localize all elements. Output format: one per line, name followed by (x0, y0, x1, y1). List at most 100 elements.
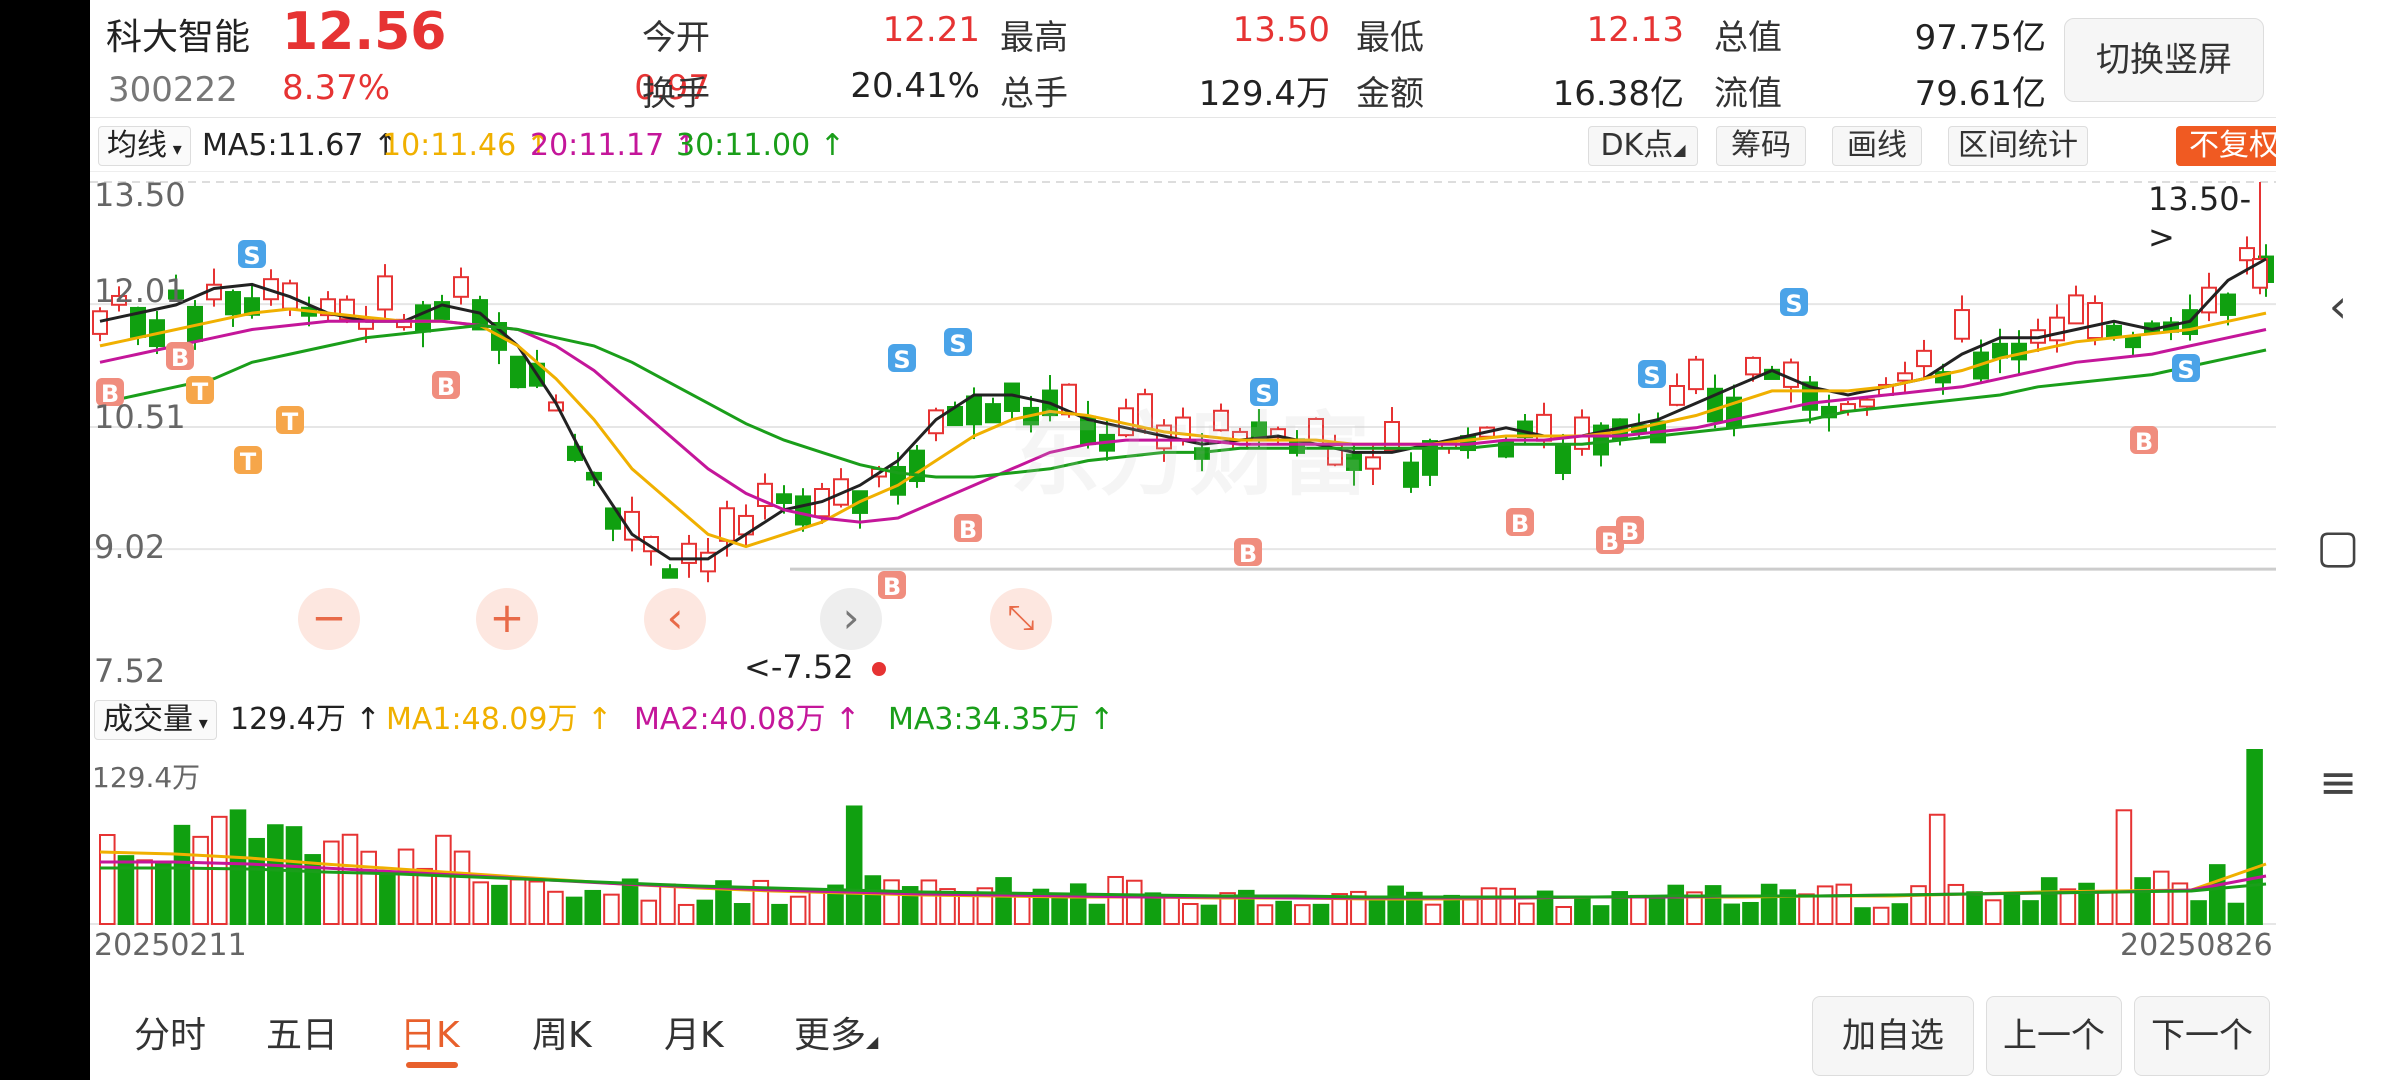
volume-bar (2134, 877, 2151, 925)
volume-bar (435, 834, 452, 925)
kline-chart[interactable]: BBBBBBBBBBSSSSSSSTTT 东方财富 13.50 12.01 10… (90, 172, 2293, 692)
volume-bar (491, 884, 508, 925)
low-price-marker: <-7.52 (744, 648, 854, 686)
start-date: 20250211 (94, 928, 247, 963)
volume-bar (603, 893, 620, 925)
quote-value-low: 12.13 (1586, 10, 1684, 50)
active-tab-underline (406, 1062, 458, 1068)
tab-five-day[interactable]: 五日 (266, 1006, 338, 1058)
volume-max-label: 129.4万 (92, 761, 201, 794)
candle-body (776, 493, 792, 504)
dropdown-icon: ▾ (167, 139, 182, 160)
scroll-left-button[interactable]: ‹ (644, 588, 706, 650)
ma-select-label: 均线 (107, 128, 167, 163)
add-watchlist-button[interactable]: 加自选 (1812, 996, 1974, 1076)
volume-bar (416, 867, 433, 925)
trade-marker-label: S (949, 330, 966, 358)
volume-bar (1182, 903, 1199, 925)
candle-body (1916, 349, 1932, 368)
volume-bar (1928, 813, 1946, 925)
back-icon[interactable]: ‹ (2312, 280, 2364, 332)
collapse-button[interactable]: ⤡ (990, 588, 1052, 650)
ma-indicator-bar: 均线 ▾ MA5:11.67 ↑ 10:11.46 ↑ 20:11.17 ↑ 3… (90, 120, 2292, 172)
tab-intraday[interactable]: 分时 (134, 1006, 206, 1058)
zoom-in-button[interactable]: + (476, 588, 538, 650)
volume-bar (547, 890, 564, 926)
watermark: 东方财富 (1010, 403, 1370, 508)
volume-bar (304, 854, 321, 925)
dk-point-button[interactable]: DK点◢ (1588, 126, 1698, 166)
volume-bar (771, 903, 788, 925)
chip-button[interactable]: 筹码 (1716, 126, 1806, 166)
tab-daily-k[interactable]: 日K (400, 1006, 460, 1058)
tab-monthly-k[interactable]: 月K (664, 1006, 724, 1058)
volume-bar (1704, 885, 1722, 925)
volume-bar (1051, 896, 1068, 926)
candle-body (1688, 358, 1704, 391)
stock-change-pct: 8.37% (282, 68, 391, 108)
volume-bar (1910, 885, 1927, 925)
volume-bar (1723, 903, 1741, 926)
volume-bar (1966, 891, 1983, 925)
trade-marker-label: S (1643, 362, 1660, 390)
volume-bar (2227, 902, 2245, 926)
next-button[interactable]: 下一个 (2134, 996, 2270, 1076)
volume-bar (341, 833, 359, 925)
volume-bar (1275, 900, 1292, 925)
volume-bar (1088, 903, 1106, 925)
volume-bar (1069, 883, 1087, 926)
volume-bar (1947, 883, 1965, 925)
volume-bar (1368, 898, 1386, 925)
trade-marker-label: B (2135, 428, 2153, 456)
volume-bar (1835, 883, 1853, 925)
volume-value: 129.4万 ↑ (230, 702, 381, 737)
volume-bar (192, 835, 209, 925)
draw-line-button[interactable]: 画线 (1832, 126, 1922, 166)
recent-apps-icon[interactable]: ▢ (2312, 520, 2364, 572)
volume-bar (677, 903, 695, 926)
volume-chart[interactable]: 129.4万 (90, 746, 2276, 926)
candle-body (2125, 335, 2141, 349)
volume-bar (1648, 897, 1666, 925)
quote-header: 科大智能 12.56 300222 8.37% 0.97 今开 12.21 最高… (90, 0, 2276, 118)
candle-body (1992, 342, 2008, 359)
quote-label-high: 最高 (1000, 18, 1068, 58)
no-adjust-button[interactable]: 不复权 (2176, 126, 2292, 166)
volume-bar (509, 878, 527, 926)
volume-bar (2115, 809, 2133, 925)
stock-price: 12.56 (282, 2, 447, 62)
switch-portrait-button[interactable]: 切换竖屏 (2064, 18, 2264, 102)
volume-bar (1891, 903, 1909, 925)
volume-bar (733, 903, 751, 925)
trade-marker-label: B (959, 516, 977, 544)
volume-bar (1592, 905, 1610, 926)
candle-body (92, 310, 108, 335)
candle-body (662, 568, 678, 579)
volume-bar (1518, 902, 1535, 925)
end-date: 20250826 (2120, 928, 2273, 963)
quote-label-float-value: 流值 (1714, 74, 1782, 114)
menu-icon[interactable]: ≡ (2312, 756, 2364, 808)
volume-bar (1107, 875, 1124, 925)
volume-bar (1499, 887, 1516, 925)
quote-value-amount: 16.38亿 (1552, 74, 1684, 114)
trade-marker-label: B (883, 573, 901, 601)
volume-select[interactable]: 成交量 ▾ (94, 700, 217, 740)
tab-weekly-k[interactable]: 周K (532, 1006, 592, 1058)
quote-label-volume: 总手 (1000, 74, 1068, 114)
scroll-right-button[interactable]: › (820, 588, 882, 650)
ma-select[interactable]: 均线 ▾ (98, 126, 191, 166)
zoom-out-button[interactable]: − (298, 588, 360, 650)
candle-body (719, 507, 735, 542)
volume-bar (1462, 898, 1479, 925)
high-price-marker: 13.50-> (2148, 180, 2252, 256)
volume-bar (1480, 887, 1498, 925)
kline-page: 科大智能 12.56 300222 8.37% 0.97 今开 12.21 最高… (90, 0, 2293, 1080)
previous-button[interactable]: 上一个 (1986, 996, 2122, 1076)
candle-body (415, 304, 431, 333)
range-stats-button[interactable]: 区间统计 (1948, 126, 2088, 166)
candle-body (1403, 461, 1419, 488)
dk-point-label: DK点 (1600, 128, 1674, 163)
quote-value-volume: 129.4万 (1198, 74, 1330, 114)
tab-more[interactable]: 更多◢ (794, 1006, 878, 1058)
